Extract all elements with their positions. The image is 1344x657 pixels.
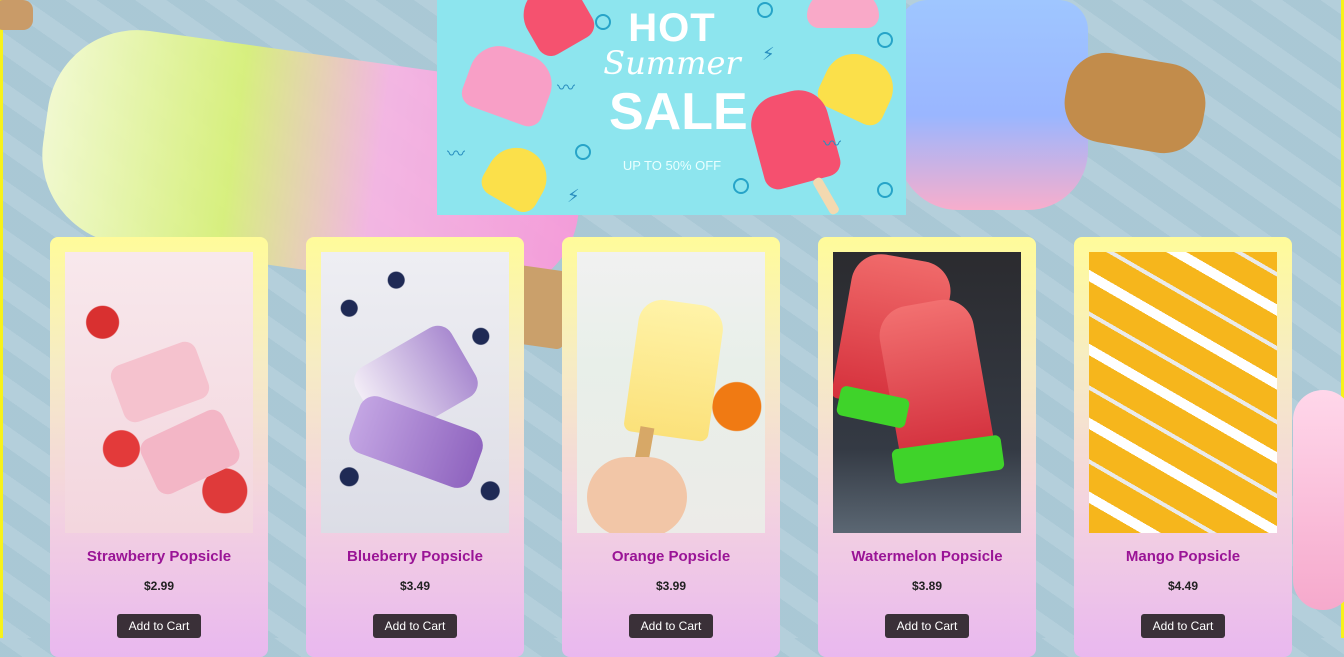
product-card: Mango Popsicle $4.49 Add to Cart bbox=[1074, 237, 1292, 657]
product-name: Blueberry Popsicle bbox=[347, 548, 483, 565]
banner-discount-text: UP TO 50% OFF bbox=[622, 158, 722, 173]
product-card: Watermelon Popsicle $3.89 Add to Cart bbox=[818, 237, 1036, 657]
watermelon-popsicle-image bbox=[833, 252, 1021, 533]
product-card: Orange Popsicle $3.99 Add to Cart bbox=[562, 237, 780, 657]
banner-ring bbox=[877, 182, 893, 198]
product-price: $4.49 bbox=[1167, 579, 1199, 593]
strawberry-popsicle-image bbox=[65, 252, 253, 533]
banner-zigzag: 〰 bbox=[557, 78, 575, 99]
orange-popsicle-image bbox=[577, 252, 765, 533]
banner-ring bbox=[575, 144, 591, 160]
banner-zigzag: 〰 bbox=[447, 144, 465, 165]
add-to-cart-button[interactable]: Add to Cart bbox=[885, 614, 969, 638]
add-to-cart-button[interactable]: Add to Cart bbox=[1141, 614, 1225, 638]
product-card: Strawberry Popsicle $2.99 Add to Cart bbox=[50, 237, 268, 657]
product-name: Mango Popsicle bbox=[1125, 548, 1241, 565]
banner-zigzag: ⚡ bbox=[762, 44, 775, 65]
background-popsicle-right bbox=[898, 0, 1088, 210]
banner-popsicle-red bbox=[512, 0, 600, 62]
product-name: Orange Popsicle bbox=[611, 548, 731, 565]
product-card: Blueberry Popsicle $3.49 Add to Cart bbox=[306, 237, 524, 657]
banner-zigzag: ⚡ bbox=[567, 186, 580, 207]
background-popsicle-bottom-right bbox=[1293, 390, 1344, 610]
banner-ring bbox=[733, 178, 749, 194]
add-to-cart-button[interactable]: Add to Cart bbox=[629, 614, 713, 638]
banner-sale-text: SALE bbox=[609, 83, 748, 141]
product-price: $2.99 bbox=[143, 579, 175, 593]
banner-popsicle-pink-top bbox=[807, 0, 879, 28]
background-popsicle-stick-right bbox=[1058, 46, 1212, 160]
product-name: Watermelon Popsicle bbox=[851, 548, 1003, 565]
blueberry-popsicle-image bbox=[321, 252, 509, 533]
summer-sale-banner: 〰 〰 ⚡ 〰 ⚡ HOT Summer SALE UP TO 50% OFF bbox=[437, 0, 906, 215]
banner-ring bbox=[877, 32, 893, 48]
banner-zigzag: 〰 bbox=[823, 134, 841, 155]
product-name: Strawberry Popsicle bbox=[86, 548, 232, 565]
product-price: $3.99 bbox=[655, 579, 687, 593]
banner-summer-text: Summer bbox=[603, 44, 741, 82]
banner-popsicle-yellow bbox=[476, 136, 558, 215]
mango-popsicle-image bbox=[1089, 252, 1277, 533]
background-popsicle-stick bbox=[0, 0, 33, 30]
add-to-cart-button[interactable]: Add to Cart bbox=[373, 614, 457, 638]
banner-stick bbox=[811, 176, 841, 215]
banner-ring bbox=[757, 2, 773, 18]
product-price: $3.49 bbox=[399, 579, 431, 593]
product-price: $3.89 bbox=[911, 579, 943, 593]
add-to-cart-button[interactable]: Add to Cart bbox=[117, 614, 201, 638]
